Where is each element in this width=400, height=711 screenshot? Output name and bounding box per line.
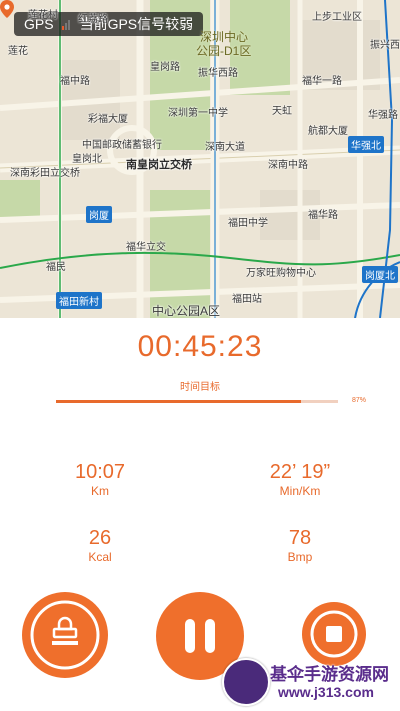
signal-weak-icon: [61, 18, 70, 30]
heart-rate-stat: 78 Bmp: [240, 526, 360, 564]
watermark-url: www.j313.com: [278, 684, 374, 700]
lock-button[interactable]: [22, 592, 108, 678]
pace-unit: Min/Km: [279, 484, 321, 498]
map-label: 万家旺购物中心: [246, 268, 316, 279]
map-label: 红荔路: [78, 14, 108, 25]
goal-progress-fill: [56, 400, 302, 403]
map-label: 福民: [46, 262, 66, 273]
current-location-label: 南皇岗立交桥: [126, 159, 192, 171]
metro-station-label: 岗厦北: [362, 266, 398, 283]
map-label: 中国邮政储蓄银行: [82, 140, 162, 151]
distance-value: 10:07: [74, 461, 126, 483]
calories-stat: 26 Kcal: [40, 526, 160, 564]
distance-unit: Km: [91, 484, 109, 498]
calories-unit: Kcal: [88, 550, 112, 564]
elapsed-timer: 00:45:23: [137, 330, 263, 363]
watermark-logo: [222, 658, 270, 706]
map-label: 福中路: [60, 76, 90, 87]
map-label: 华强路: [368, 110, 398, 121]
map-label: 莲花村: [28, 10, 58, 21]
map-label: 振华西路: [198, 68, 238, 79]
map-label: 皇岗北: [72, 154, 102, 165]
map-label: 福田站: [232, 294, 262, 305]
heart-rate-unit: Bmp: [287, 550, 313, 564]
map-label: 福华立交: [126, 242, 166, 253]
map-label: 彩福大厦: [88, 114, 128, 125]
map-label: 皇岗路: [150, 62, 180, 73]
metro-station-label: 福田新村: [56, 292, 102, 309]
lock-icon: [30, 600, 100, 670]
distance-stat: 10:07 Km: [40, 460, 160, 498]
metro-station-label: 岗厦: [86, 206, 112, 223]
map-label: 深南中路: [268, 160, 308, 171]
map-label: 天虹: [272, 106, 292, 117]
map-label: 福华路: [308, 210, 338, 221]
heart-rate-value: 78: [288, 527, 312, 549]
map-view[interactable]: GPS 当前GPS信号较弱 莲花村 莲花 红荔路 深圳中心 公园-D1区 上步工…: [0, 0, 400, 318]
pace-value: 22’ 19”: [269, 461, 331, 483]
goal-progress-bar: [56, 400, 338, 403]
goal-progress-percent: 87%: [352, 397, 367, 404]
map-label: 深圳第一中学: [168, 108, 228, 119]
map-label: 中心公园A区: [152, 304, 221, 318]
map-label: 航都大厦: [308, 126, 348, 137]
map-label: 深南彩田立交桥: [10, 168, 80, 179]
calories-value: 26: [88, 527, 112, 549]
watermark-title: 基伞手游资源网: [270, 665, 389, 684]
pace-stat: 22’ 19” Min/Km: [240, 460, 360, 498]
map-label: 福华一路: [302, 76, 342, 87]
map-label: 公园-D1区: [196, 44, 252, 58]
metro-station-label: 华强北: [348, 136, 384, 153]
map-label: 振兴西: [370, 40, 400, 51]
map-label: 莲花: [8, 46, 28, 57]
watermark: 基伞手游资源网 www.j313.com: [220, 656, 398, 708]
map-label: 深南大道: [205, 142, 245, 153]
goal-label: 时间目标: [180, 382, 220, 393]
location-pin-icon: [0, 0, 14, 18]
map-label: 上步工业区: [312, 12, 362, 23]
map-label: 福田中学: [228, 218, 268, 229]
